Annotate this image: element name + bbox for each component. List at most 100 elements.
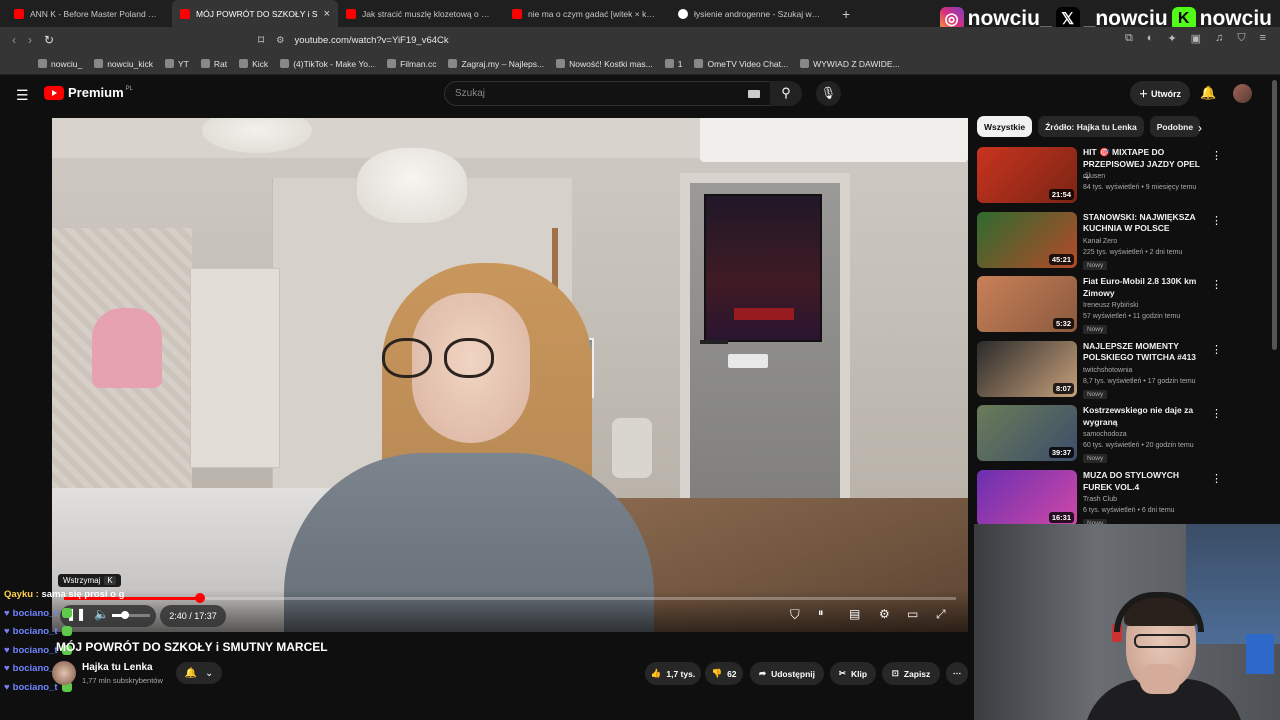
bookmark-label: Zagraj.my – Najleps...	[461, 58, 545, 69]
recommended-title[interactable]: Fiat Euro-Mobil 2.8 130K km Zimowy	[1083, 276, 1201, 299]
site-info-icon[interactable]: ⚙	[276, 35, 285, 46]
bookmark-icon[interactable]: ⌑	[258, 33, 264, 47]
video-thumbnail[interactable]: 45:21	[977, 211, 1077, 268]
recommended-video[interactable]: 16:31 MUZA DO STYLOWYCH FUREK VOL.4 Trash …	[977, 470, 1222, 530]
menu-icon[interactable]: ≡	[1260, 32, 1266, 45]
forward-icon[interactable]: ›	[28, 33, 32, 47]
create-button[interactable]: ＋ Utwórz	[1130, 81, 1190, 106]
video-thumbnail[interactable]: 5:32	[977, 276, 1077, 333]
video-player[interactable]	[52, 118, 968, 632]
progress-scrubber[interactable]	[194, 593, 205, 603]
google-favicon-icon	[678, 8, 688, 19]
recommended-title[interactable]: Kostrzewskiego nie daje za wygraną	[1083, 405, 1201, 428]
recommended-title[interactable]: NAJLEPSZE MOMENTY POLSKIEGO TWITCHA #413	[1083, 341, 1201, 364]
autoplay-icon[interactable]: ⛉	[790, 607, 800, 623]
filter-chip[interactable]: Źródło: Hajka tu Lenka	[1038, 116, 1144, 137]
share-button[interactable]: ➦ Udostępnij	[750, 662, 824, 685]
bookmark-item[interactable]: nowciu_	[38, 59, 82, 69]
bookmark-item[interactable]: Filman.cc	[387, 59, 436, 69]
heart-icon: ♥	[4, 663, 10, 674]
kebab-menu-icon[interactable]: ⋮	[1211, 472, 1222, 485]
kebab-menu-icon[interactable]: ⋮	[1211, 149, 1222, 162]
voice-search-button[interactable]: 🎙	[816, 81, 841, 106]
tab-3[interactable]: nie ma o czym gadać [witek × kasix o	[504, 0, 670, 27]
clip-button[interactable]: ✂ Klip	[830, 662, 876, 685]
bookmark-item[interactable]: Nowość! Kostki mas...	[556, 59, 653, 69]
search-input[interactable]: Szukaj	[444, 81, 772, 106]
address-bar: ‹ › ↻ ⌑ ⚙ youtube.com/watch?v=YiF19_v64C…	[0, 27, 1280, 53]
bookmark-item[interactable]: nowciu_kick	[94, 59, 153, 69]
miniplayer-toggle-icon[interactable]: ⏸	[818, 607, 824, 620]
bookmark-item[interactable]: Kick	[239, 59, 268, 69]
theater-mode-icon[interactable]: ▭	[907, 607, 918, 621]
channel-name[interactable]: Hajka tu Lenka	[82, 662, 153, 673]
dislike-button[interactable]: 👎 62	[705, 662, 743, 685]
tab-2[interactable]: Jak stracić muszlę klozetową o półno	[338, 0, 504, 27]
kebab-menu-icon[interactable]: ⋮	[1211, 278, 1222, 291]
extension-icon[interactable]: ⧉	[1125, 32, 1133, 45]
bookmark-item[interactable]: 1	[664, 59, 682, 69]
region-code: PL	[125, 85, 133, 92]
bookmark-item[interactable]: OmeTV Video Chat...	[694, 59, 788, 69]
filter-chip[interactable]: Podobne	[1149, 116, 1201, 137]
bookmark-item[interactable]: Rat	[200, 59, 227, 69]
recommended-title[interactable]: MUZA DO STYLOWYCH FUREK VOL.4	[1083, 470, 1201, 493]
recommended-title[interactable]: STANOWSKI: NAJWIĘKSZA KUCHNIA W POLSCE	[1083, 212, 1201, 235]
video-thumbnail[interactable]: 39:37	[977, 405, 1077, 462]
sidebar-icon[interactable]: ▣	[1191, 32, 1201, 45]
tab-0[interactable]: ANN K - Before Master Poland DJ Bat	[6, 0, 172, 27]
search-button[interactable]: ⚲	[770, 81, 802, 106]
kebab-menu-icon[interactable]: ⋮	[1211, 407, 1222, 420]
save-button[interactable]: ⊡ Zapisz	[882, 662, 940, 685]
recommended-channel[interactable]: Ireneusz Rybiński	[1083, 302, 1138, 309]
hamburger-menu-icon[interactable]: ☰	[16, 87, 29, 104]
fullscreen-icon[interactable]: ⤢	[936, 607, 946, 622]
page-scrollbar[interactable]	[1272, 80, 1277, 350]
filter-chip[interactable]: Wszystkie	[977, 116, 1033, 137]
back-icon[interactable]: ‹	[12, 33, 16, 47]
keyboard-icon[interactable]	[748, 90, 760, 98]
bookmark-item[interactable]: (4)TikTok - Make Yo...	[280, 59, 375, 69]
recommended-meta: 57 wyświetleń • 11 godzin temu	[1083, 313, 1181, 321]
new-tab-icon[interactable]: +	[842, 6, 850, 22]
recommended-channel[interactable]: djlusen	[1083, 173, 1105, 180]
bookmark-item[interactable]: YT	[165, 59, 189, 69]
subtitles-icon[interactable]: ▤	[849, 607, 860, 621]
music-icon[interactable]: ♫	[1215, 32, 1223, 45]
settings-gear-icon[interactable]: ⚙	[879, 607, 890, 621]
recommended-video[interactable]: 21:54 HIT 🎯 MIXTAPE DO PRZEPISOWEJ JAZDY …	[977, 147, 1222, 207]
shield-icon[interactable]: ⛉	[1237, 32, 1245, 45]
translate-icon[interactable]: ◐	[1147, 32, 1154, 45]
url-field[interactable]: ⚙ youtube.com/watch?v=YiF19_v64Ck	[276, 30, 996, 50]
recommended-video[interactable]: 5:32 Fiat Euro-Mobil 2.8 130K km Zimowy Ir…	[977, 276, 1222, 336]
video-thumbnail[interactable]: 21:54	[977, 147, 1077, 203]
channel-avatar[interactable]	[52, 661, 76, 685]
recommended-channel[interactable]: Trash Club	[1083, 496, 1117, 503]
subscription-bell-button[interactable]: 🔔 ⌄	[176, 662, 222, 684]
tab-1[interactable]: MÓJ POWRÓT DO SZKOŁY i S ×	[172, 0, 338, 27]
video-thumbnail[interactable]: 8:07	[977, 340, 1077, 397]
kebab-menu-icon[interactable]: ⋮	[1211, 214, 1222, 227]
tab-4[interactable]: łysienie androgenne - Szukaj w Goog	[670, 0, 836, 27]
video-duration: 5:32	[1052, 318, 1074, 330]
extensions-puzzle-icon[interactable]: ✦	[1167, 32, 1176, 45]
chat-username: bociano_t	[12, 681, 58, 693]
account-avatar[interactable]	[1233, 84, 1252, 103]
recommended-channel[interactable]: Kanał Zero	[1083, 238, 1117, 245]
notifications-bell-icon[interactable]: 🔔	[1200, 85, 1216, 101]
kebab-menu-icon[interactable]: ⋮	[1211, 343, 1222, 356]
recommended-video[interactable]: 8:07 NAJLEPSZE MOMENTY POLSKIEGO TWITCHA …	[977, 340, 1222, 401]
reload-icon[interactable]: ↻	[44, 33, 54, 47]
youtube-logo[interactable]: Premium PL	[44, 85, 133, 100]
recommended-channel[interactable]: samochodoza	[1083, 431, 1127, 438]
video-thumbnail[interactable]: 16:31	[977, 470, 1077, 526]
chevron-right-icon[interactable]: ›	[1198, 121, 1202, 135]
like-button[interactable]: 👍 1,7 tys.	[645, 662, 701, 685]
bookmark-item[interactable]: Zagraj.my – Najleps...	[448, 59, 544, 69]
bookmark-item[interactable]: WYWIAD Z DAWIDE...	[800, 59, 900, 69]
recommended-video[interactable]: 45:21 STANOWSKI: NAJWIĘKSZA KUCHNIA W POL…	[977, 211, 1222, 272]
recommended-video[interactable]: 39:37 Kostrzewskiego nie daje za wygraną s…	[977, 405, 1222, 465]
close-tab-icon[interactable]: ×	[324, 8, 330, 20]
more-actions-button[interactable]: ⋯	[946, 662, 968, 685]
recommended-channel[interactable]: twitchshotownia	[1083, 367, 1132, 374]
